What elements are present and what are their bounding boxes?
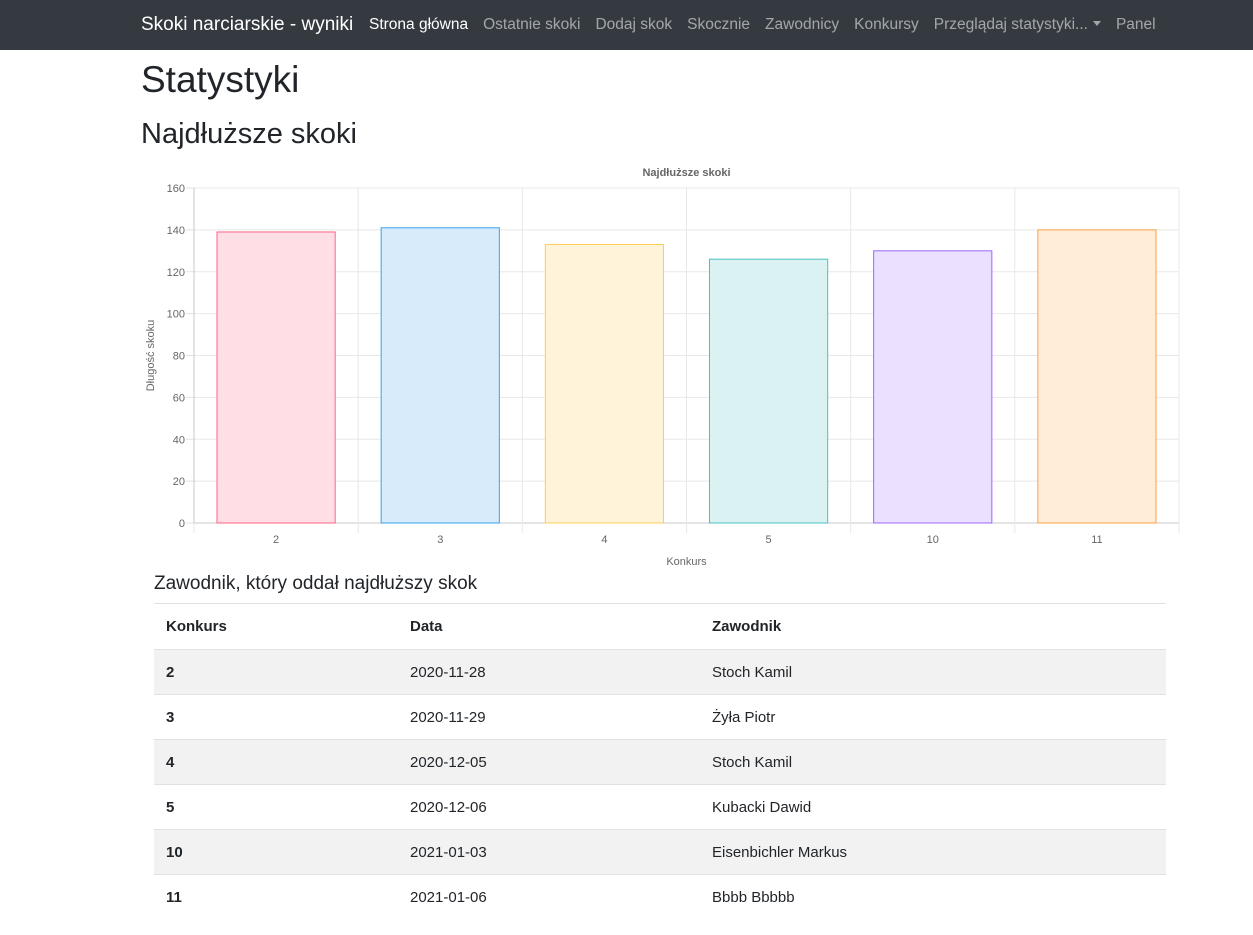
table-row: 4 2020-12-05 Stoch Kamil — [154, 739, 1166, 785]
cell-competition: 3 — [154, 694, 398, 740]
cell-athlete: Stoch Kamil — [700, 739, 1166, 785]
column-header-competition: Konkurs — [154, 603, 398, 650]
bar-chart-svg: 0 20 40 60 80 100 120 140 160 2 3 4 5 10 11 Najdłuższe … — [145, 167, 1180, 568]
table-row: 11 2021-01-06 Bbbb Bbbbb — [154, 874, 1166, 919]
bar-3 — [380, 227, 500, 524]
cell-date: 2020-11-28 — [398, 649, 700, 695]
y-tick-label: 60 — [173, 392, 185, 404]
y-tick-label: 100 — [167, 309, 185, 321]
cell-athlete: Kubacki Dawid — [700, 784, 1166, 830]
cell-date: 2020-12-05 — [398, 739, 700, 785]
nav-item-hills[interactable]: Skocznie — [687, 16, 750, 34]
cell-competition: 11 — [154, 874, 398, 919]
navbar-brand[interactable]: Skoki narciarskie - wyniki — [141, 13, 353, 37]
column-header-date: Data — [398, 603, 700, 650]
y-tick-label: 140 — [167, 225, 185, 237]
x-axis-title: Konkurs — [666, 556, 707, 568]
cell-competition: 10 — [154, 829, 398, 875]
y-tick-label: 20 — [173, 476, 185, 488]
bar-11 — [1037, 229, 1157, 524]
bar-4 — [544, 244, 665, 524]
cell-date: 2020-11-29 — [398, 694, 700, 740]
x-tick-label: 5 — [766, 534, 772, 546]
y-tick-label: 160 — [167, 183, 185, 195]
table-row: 3 2020-11-29 Żyła Piotr — [154, 694, 1166, 740]
statistics-dropdown-label: Przeglądaj statystyki... — [933, 16, 1088, 33]
cell-athlete: Żyła Piotr — [700, 694, 1166, 740]
nav-item-home[interactable]: Strona główna — [369, 16, 468, 34]
column-header-athlete: Zawodnik — [700, 603, 1166, 650]
nav-item-add-jump[interactable]: Dodaj skok — [595, 16, 672, 34]
cell-competition: 5 — [154, 784, 398, 830]
table-header-row: Konkurs Data Zawodnik — [154, 603, 1166, 650]
table-row: 2 2020-11-28 Stoch Kamil — [154, 649, 1166, 695]
x-tick-label: 2 — [273, 534, 279, 546]
y-axis-title: Długość skoku — [145, 320, 157, 392]
longest-jumps-chart: 0 20 40 60 80 100 120 140 160 2 3 4 5 10 11 Najdłuższe … — [140, 160, 1186, 577]
x-tick-label: 4 — [601, 534, 607, 546]
cell-competition: 4 — [154, 739, 398, 785]
cell-competition: 2 — [154, 649, 398, 695]
top-navbar: Skoki narciarskie - wyniki Strona główna… — [0, 0, 1253, 50]
nav-item-recent-jumps[interactable]: Ostatnie skoki — [483, 16, 580, 34]
x-tick-label: 11 — [1091, 534, 1102, 546]
chart-title: Najdłuższe skoki — [642, 167, 730, 179]
table-title: Zawodnik, który oddał najdłuższy skok — [154, 573, 478, 594]
table-row: 5 2020-12-06 Kubacki Dawid — [154, 784, 1166, 830]
y-tick-label: 120 — [167, 267, 185, 279]
bar-5 — [708, 258, 829, 524]
nav-item-competitions[interactable]: Konkursy — [854, 16, 919, 34]
section-title: Najdłuższe skoki — [141, 118, 357, 150]
bar-10 — [873, 250, 993, 524]
nav-item-athletes[interactable]: Zawodnicy — [765, 16, 839, 34]
bar-2 — [216, 231, 336, 524]
longest-jump-table: Konkurs Data Zawodnik 2 2020-11-28 Stoch… — [154, 603, 1166, 919]
table-row: 10 2021-01-03 Eisenbichler Markus — [154, 829, 1166, 875]
caret-down-icon — [1092, 21, 1101, 26]
cell-athlete: Stoch Kamil — [700, 649, 1166, 695]
x-tick-label: 10 — [927, 534, 939, 546]
cell-athlete: Eisenbichler Markus — [700, 829, 1166, 875]
y-tick-label: 80 — [173, 351, 185, 363]
cell-date: 2021-01-06 — [398, 874, 700, 919]
page-title: Statystyki — [141, 59, 300, 100]
cell-athlete: Bbbb Bbbbb — [700, 874, 1166, 919]
nav-item-panel[interactable]: Panel — [1116, 16, 1156, 34]
cell-date: 2021-01-03 — [398, 829, 700, 875]
nav-item-statistics-dropdown[interactable]: Przeglądaj statystyki... — [934, 16, 1101, 34]
x-tick-label: 3 — [437, 534, 443, 546]
y-tick-label: 40 — [173, 434, 185, 446]
cell-date: 2020-12-06 — [398, 784, 700, 830]
nav-menu: Strona główna Ostatnie skoki Dodaj skok … — [369, 0, 1171, 50]
y-tick-label: 0 — [179, 518, 185, 530]
